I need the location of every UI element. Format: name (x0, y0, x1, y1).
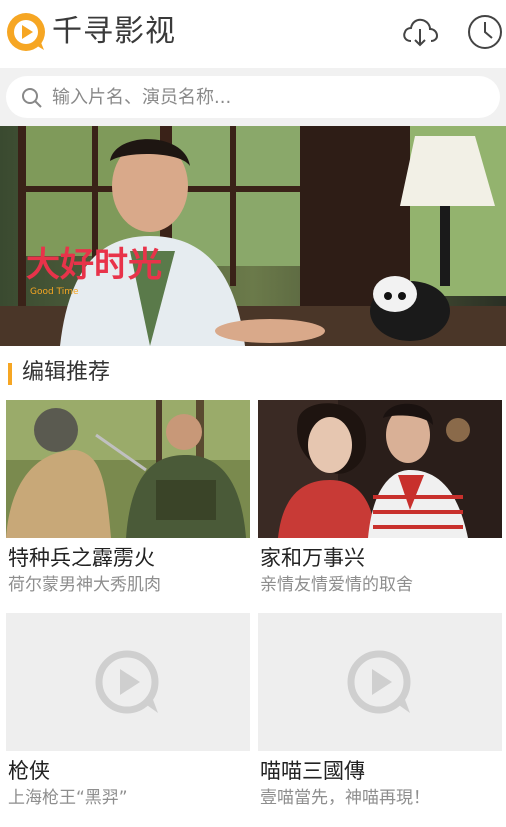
play-placeholder-icon (95, 650, 159, 714)
section-title: 编辑推荐 (22, 360, 111, 385)
video-card[interactable]: 特种兵之霹雳火 荷尔蒙男神大秀肌肉 (6, 400, 250, 600)
play-placeholder-icon (347, 650, 411, 714)
video-subtitle: 荷尔蒙男神大秀肌肉 (8, 575, 161, 595)
section-accent-bar (8, 363, 12, 385)
search-box[interactable] (6, 76, 500, 118)
video-card[interactable]: 枪侠 上海枪王“黑羿” (6, 613, 250, 813)
search-icon (22, 88, 42, 108)
video-subtitle: 壹喵當先，神喵再現！ (260, 788, 430, 808)
video-card[interactable]: 喵喵三國傳 壹喵當先，神喵再現！ (258, 613, 502, 813)
hero-banner[interactable]: 大好时光 Good Time (0, 126, 506, 346)
video-title[interactable]: 枪侠 (8, 756, 50, 786)
cloud-download-icon[interactable] (400, 12, 440, 52)
show-logo-text: 大好时光 (26, 245, 162, 285)
video-title[interactable]: 家和万事兴 (260, 543, 365, 573)
video-title[interactable]: 喵喵三國傳 (260, 756, 365, 786)
app-title: 千寻影视 (52, 14, 176, 49)
video-thumbnail-placeholder[interactable] (6, 613, 250, 751)
video-card[interactable]: 家和万事兴 亲情友情爱情的取舍 (258, 400, 502, 600)
section-header: 编辑推荐 (0, 346, 506, 398)
video-subtitle: 上海枪王“黑羿” (8, 788, 128, 808)
video-subtitle: 亲情友情爱情的取舍 (260, 575, 413, 595)
app-header: 千寻影视 (0, 0, 506, 68)
clock-icon[interactable] (465, 12, 505, 52)
video-title[interactable]: 特种兵之霹雳火 (8, 543, 155, 573)
search-input[interactable] (52, 76, 482, 118)
banner-image: 大好时光 Good Time (0, 126, 506, 346)
video-thumbnail[interactable] (258, 400, 502, 538)
search-bar (0, 68, 506, 126)
video-thumbnail[interactable] (6, 400, 250, 538)
show-logo-subtext: Good Time (30, 287, 79, 297)
video-thumbnail-placeholder[interactable] (258, 613, 502, 751)
qianxun-logo-icon[interactable] (4, 10, 48, 54)
